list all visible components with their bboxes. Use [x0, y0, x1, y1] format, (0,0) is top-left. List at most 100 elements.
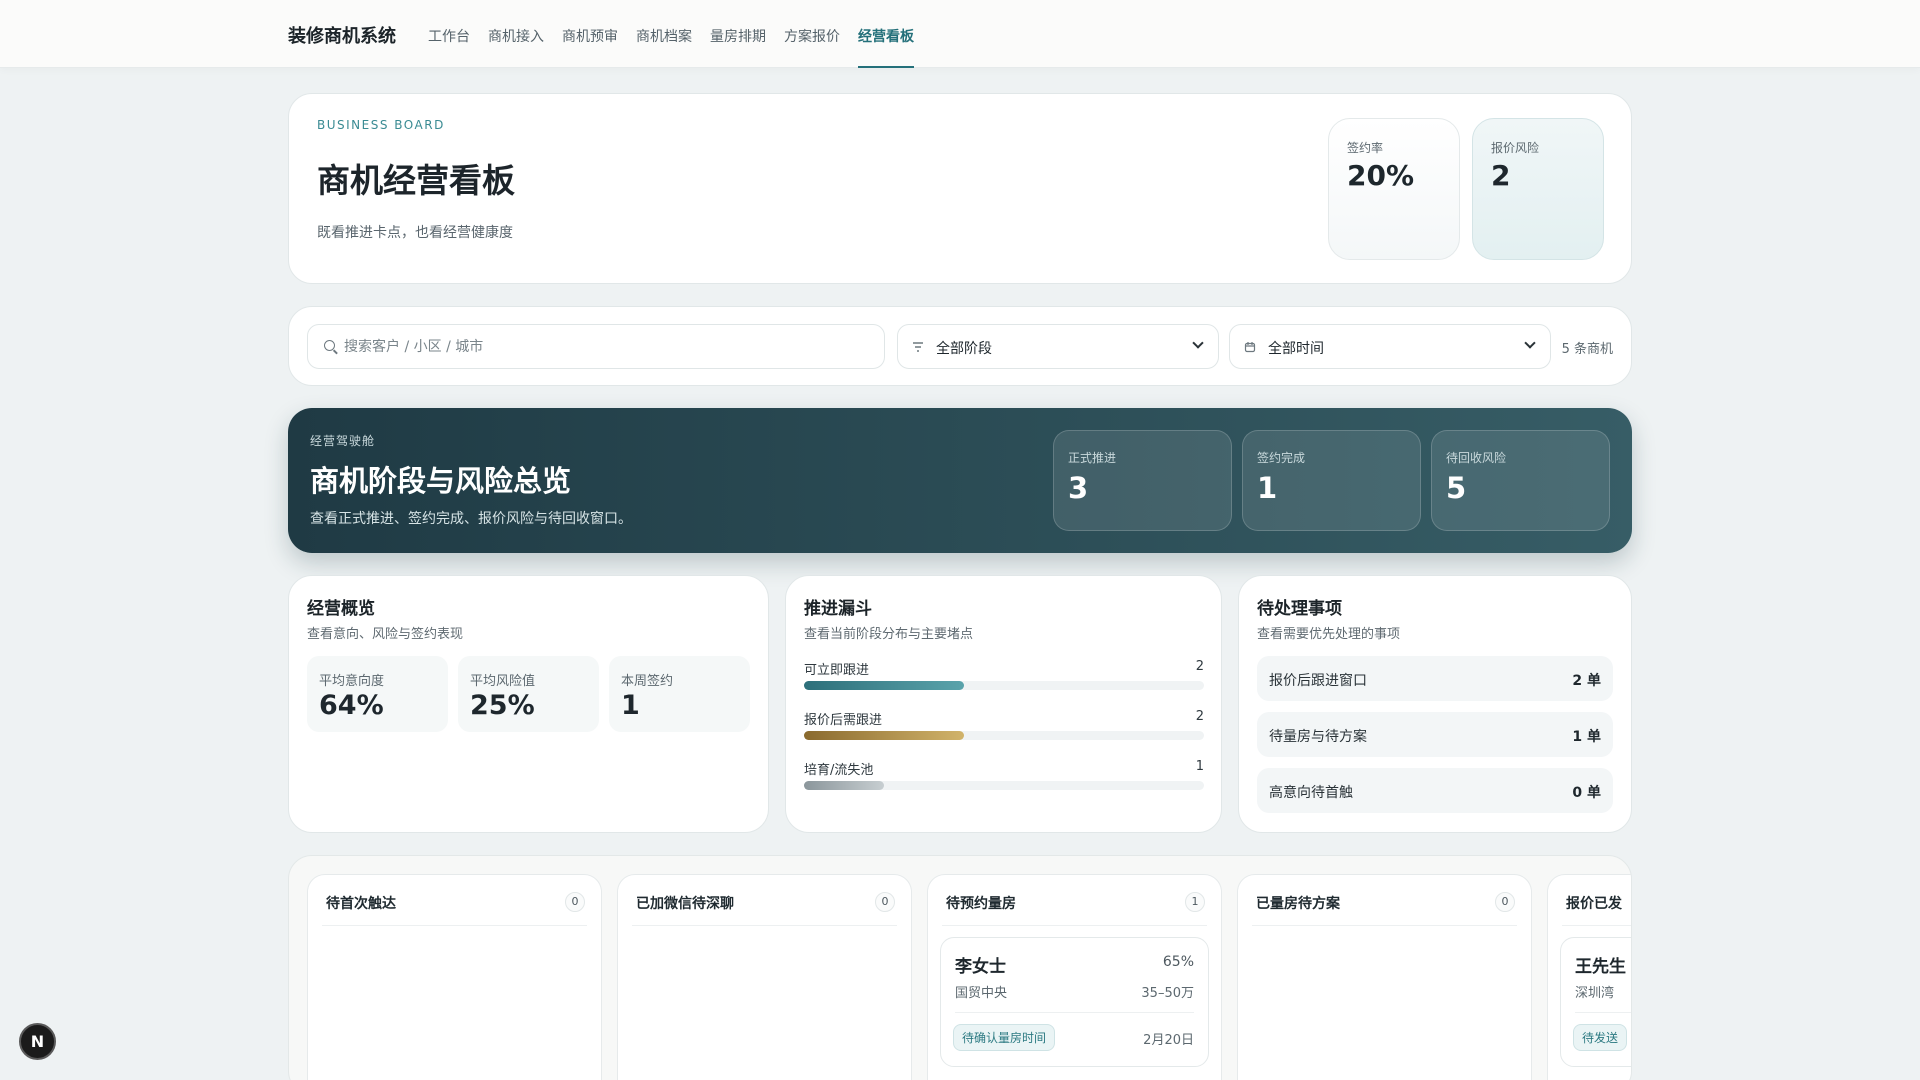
deal-client-name: 王先生: [1575, 957, 1626, 977]
divider: [322, 925, 587, 926]
nav-item-intake[interactable]: 商机接入: [488, 26, 544, 68]
panel-title: 待处理事项: [1257, 599, 1342, 619]
stat-value: 2: [1491, 159, 1511, 192]
metric-label: 平均风险值: [470, 674, 536, 689]
column-title: 待首次触达: [326, 896, 396, 912]
stat-value: 3: [1068, 471, 1089, 505]
avg-risk-card: 平均风险值 25%: [458, 656, 599, 732]
divider: [1575, 1012, 1631, 1013]
active-progress-stat: 正式推进 3: [1053, 430, 1232, 531]
kanban-column-wechat: 已加微信待深聊 0: [617, 874, 912, 1080]
result-count: 5 条商机: [1561, 342, 1613, 357]
todo-item-first-contact[interactable]: 高意向待首触 0 单: [1257, 768, 1613, 813]
stage-select-value: 全部阶段: [936, 341, 992, 357]
page-description: 既看推进卡点，也看经营健康度: [317, 225, 513, 241]
nav-item-measure-schedule[interactable]: 量房排期: [710, 26, 766, 68]
chevron-down-icon: [1192, 337, 1204, 349]
kanban-column-measure: 待预约量房 1 李女士 65% 国贸中央 35–50万 待确认量房时间 2月20…: [927, 874, 1222, 1080]
nav-item-dashboard[interactable]: 经营看板: [858, 26, 914, 68]
hero-card: BUSINESS BOARD 商机经营看板 既看推进卡点，也看经营健康度 签约率…: [288, 93, 1632, 284]
column-title: 已加微信待深聊: [636, 896, 734, 912]
overview-banner: 经营驾驶舱 商机阶段与风险总览 查看正式推进、签约完成、报价风险与待回收窗口。 …: [288, 408, 1632, 553]
banner-description: 查看正式推进、签约完成、报价风险与待回收窗口。: [310, 511, 632, 527]
stat-value: 5: [1446, 471, 1467, 505]
funnel-label: 可立即跟进: [804, 663, 870, 678]
stat-label: 正式推进: [1068, 451, 1117, 465]
dev-tools-badge[interactable]: N: [19, 1023, 56, 1060]
filter-icon: [912, 341, 924, 353]
divider: [955, 1012, 1194, 1013]
search-input[interactable]: [344, 325, 874, 368]
deal-card[interactable]: 王先生 深圳湾 待发送: [1560, 937, 1631, 1067]
panel-title: 经营概览: [307, 599, 375, 619]
stat-label: 报价风险: [1491, 141, 1540, 155]
metric-value: 1: [621, 690, 640, 721]
page-title: 商机经营看板: [317, 161, 515, 200]
funnel-track: [804, 781, 1204, 790]
todo-label: 待量房与待方案: [1269, 729, 1367, 745]
stage-select[interactable]: 全部阶段: [897, 324, 1219, 369]
kanban-column-quoted: 报价已发 王先生 深圳湾 待发送: [1547, 874, 1631, 1080]
funnel-label: 报价后需跟进: [804, 713, 883, 728]
funnel-track: [804, 731, 1204, 740]
funnel-bar: [804, 681, 964, 690]
deal-card[interactable]: 李女士 65% 国贸中央 35–50万 待确认量房时间 2月20日: [940, 937, 1209, 1067]
avg-intent-card: 平均意向度 64%: [307, 656, 448, 732]
funnel-row: 报价后需跟进 2: [804, 709, 1204, 749]
stat-value: 20%: [1347, 159, 1415, 192]
todo-label: 高意向待首触: [1269, 785, 1353, 801]
todo-count: 1 单: [1572, 729, 1601, 745]
divider: [632, 925, 897, 926]
nav-item-quotation[interactable]: 方案报价: [784, 26, 840, 68]
time-select[interactable]: 全部时间: [1229, 324, 1551, 369]
metric-value: 25%: [470, 690, 535, 721]
panel-title: 推进漏斗: [804, 599, 872, 619]
weekly-signed-card: 本周签约 1: [609, 656, 750, 732]
divider: [1562, 925, 1631, 926]
stat-label: 签约完成: [1257, 451, 1306, 465]
deal-status-tag: 待发送: [1573, 1024, 1628, 1051]
signed-stat: 签约完成 1: [1242, 430, 1421, 531]
funnel-row: 培育/流失池 1: [804, 759, 1204, 799]
divider: [1252, 925, 1517, 926]
search-icon: [324, 340, 335, 351]
time-select-value: 全部时间: [1268, 341, 1324, 357]
calendar-icon: [1244, 341, 1256, 353]
column-count: 0: [875, 892, 895, 912]
metric-label: 本周签约: [621, 674, 674, 689]
funnel-count: 1: [1195, 759, 1204, 774]
signing-rate-stat: 签约率 20%: [1328, 118, 1460, 260]
search-box: [307, 324, 885, 369]
funnel-count: 2: [1195, 709, 1204, 724]
deal-date: 2月20日: [1143, 1033, 1194, 1048]
metric-value: 64%: [319, 690, 384, 721]
quote-risk-stat: 报价风险 2: [1472, 118, 1604, 260]
deal-community: 国贸中央: [955, 986, 1008, 1001]
app-brand[interactable]: 装修商机系统: [288, 22, 396, 48]
stat-value: 1: [1257, 471, 1278, 505]
stat-label: 待回收风险: [1446, 451, 1507, 465]
nav-item-workbench[interactable]: 工作台: [428, 26, 470, 68]
column-title: 报价已发: [1566, 896, 1622, 912]
metric-label: 平均意向度: [319, 674, 385, 689]
funnel-bar: [804, 731, 964, 740]
nav-item-archive[interactable]: 商机档案: [636, 26, 692, 68]
banner-eyebrow: 经营驾驶舱: [310, 434, 376, 448]
todo-item-measure-plan[interactable]: 待量房与待方案 1 单: [1257, 712, 1613, 757]
deal-budget: 35–50万: [1141, 986, 1194, 1001]
funnel-row: 可立即跟进 2: [804, 659, 1204, 699]
deal-intent: 65%: [1162, 954, 1194, 970]
nav-item-prereview[interactable]: 商机预审: [562, 26, 618, 68]
todo-count: 0 单: [1572, 785, 1601, 801]
column-count: 0: [1495, 892, 1515, 912]
business-overview-card: 经营概览 查看意向、风险与签约表现 平均意向度 64% 平均风险值 25% 本周…: [288, 575, 769, 833]
funnel-bar: [804, 781, 884, 790]
funnel-label: 培育/流失池: [804, 763, 874, 778]
panel-subtitle: 查看当前阶段分布与主要堵点: [804, 627, 974, 642]
kanban-column-first-contact: 待首次触达 0: [307, 874, 602, 1080]
todo-label: 报价后跟进窗口: [1269, 673, 1367, 689]
deal-community: 深圳湾: [1575, 986, 1615, 1001]
panel-subtitle: 查看需要优先处理的事项: [1257, 627, 1401, 642]
column-count: 1: [1185, 892, 1205, 912]
todo-item-quote-followup[interactable]: 报价后跟进窗口 2 单: [1257, 656, 1613, 701]
